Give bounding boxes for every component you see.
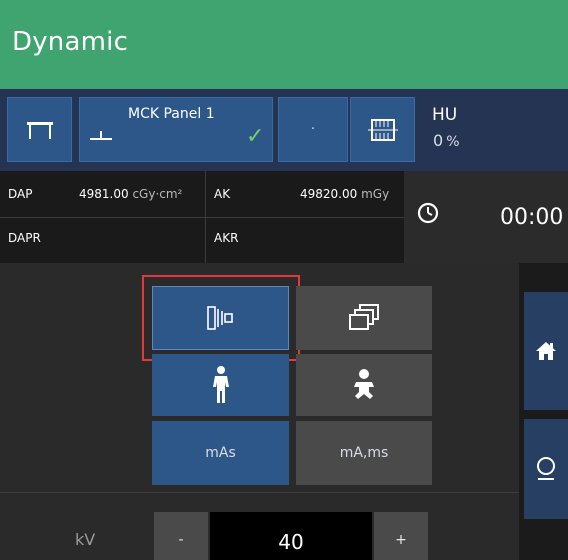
ak-number: 49820.00 [300,187,358,201]
child-icon [296,354,432,416]
mas-mode-label: mAs [205,445,236,461]
hu-unit: % [446,134,460,150]
dose-column-divider [205,171,206,263]
kv-label: kV [75,530,96,549]
timer-value: 00:00 [500,205,564,230]
kv-value: 40 [278,530,304,554]
minus-icon: - [178,532,184,548]
option-button[interactable]: · [278,97,348,162]
detector-icon [90,128,112,147]
exposure-timer: 00:00 [404,171,568,263]
child-patient-button[interactable] [296,354,432,416]
plus-icon: + [395,532,407,548]
akr-label: AKR [214,231,239,245]
check-icon: ✓ [246,124,265,149]
adult-icon [152,354,289,416]
dap-label: DAP [8,187,33,201]
hu-value: 0% [433,131,460,150]
hu-number: 0 [433,131,444,150]
section-divider [0,492,519,493]
mas-mode-button[interactable]: mAs [152,421,289,485]
grid-button[interactable] [350,97,415,162]
collimator-button[interactable] [152,286,289,350]
adult-patient-button[interactable] [152,354,289,416]
page-title: Dynamic [12,27,129,57]
detector-panel-label: MCK Panel 1 [128,106,215,122]
hu-label: HU [432,105,458,125]
layers-icon [296,286,432,350]
camera-icon [524,419,568,519]
detector-panel-button[interactable]: MCK Panel 1 ✓ [79,97,273,162]
kv-value-field[interactable]: 40 [210,512,372,560]
multi-image-button[interactable] [296,286,432,350]
option-button-label: · [310,122,316,137]
dap-number: 4981.00 [79,187,129,201]
ak-label: AK [214,187,231,201]
ma-ms-mode-label: mA,ms [339,445,389,461]
dose-row-divider [0,217,404,218]
kv-increase-button[interactable]: + [374,512,428,560]
grid-icon [351,98,414,161]
home-icon [524,292,568,410]
ma-ms-mode-button[interactable]: mA,ms [296,421,432,485]
dose-info-panel: DAP 4981.00 cGy·cm² AK 49820.00 mGy DAPR… [0,171,404,263]
camera-button[interactable] [524,419,568,519]
dapr-label: DAPR [8,231,41,245]
clock-icon [416,201,440,229]
ak-value: 49820.00 mGy [300,187,389,201]
app-header: Dynamic [0,0,568,89]
home-button[interactable] [524,292,568,410]
top-bar: MCK Panel 1 ✓ · HU 0% [0,89,568,171]
table-button[interactable] [7,97,72,162]
table-icon [8,98,71,161]
kv-decrease-button[interactable]: - [154,512,208,560]
dap-value: 4981.00 cGy·cm² [79,187,182,201]
collimator-icon [153,287,288,349]
dap-unit: cGy·cm² [132,187,183,201]
ak-unit: mGy [361,187,390,201]
